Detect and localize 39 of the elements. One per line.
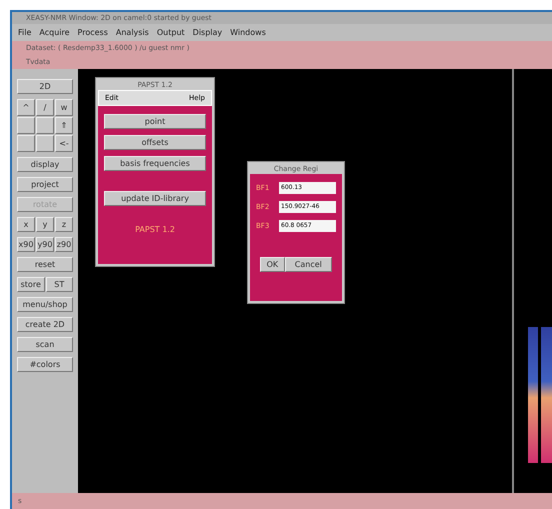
sidebar-button[interactable]: y90 bbox=[36, 237, 54, 252]
grid-button[interactable]: ^ bbox=[17, 99, 35, 116]
sidebar-button[interactable]: x90 bbox=[17, 237, 35, 252]
dialog-button[interactable]: OK bbox=[260, 257, 285, 272]
menu-item[interactable]: Output bbox=[156, 26, 185, 38]
dialog-button[interactable]: offsets bbox=[104, 135, 206, 150]
footer-text: PAPST 1.2 bbox=[134, 224, 176, 236]
menu-item[interactable]: Acquire bbox=[39, 26, 70, 38]
sidebar-button[interactable]: y bbox=[36, 217, 54, 232]
menu-item[interactable]: Windows bbox=[230, 26, 266, 38]
menu-item[interactable]: Process bbox=[78, 26, 108, 38]
sidebar-button[interactable]: z90 bbox=[55, 237, 73, 252]
grid-button[interactable] bbox=[17, 117, 35, 134]
grid-button[interactable] bbox=[36, 135, 54, 152]
sidebar-button[interactable]: store bbox=[17, 277, 44, 292]
menu-item[interactable]: Display bbox=[192, 26, 222, 38]
sidebar-button[interactable]: menu/shop bbox=[17, 297, 73, 312]
sidebar-button[interactable]: project bbox=[17, 177, 73, 192]
grid-button[interactable]: <- bbox=[55, 135, 73, 152]
grid-button[interactable]: w bbox=[55, 99, 73, 116]
sidebar-button[interactable]: x bbox=[17, 217, 35, 232]
sidebar-button[interactable]: create 2D bbox=[17, 317, 73, 332]
sidebar-button[interactable]: 2D bbox=[17, 79, 73, 94]
menu-item[interactable]: Analysis bbox=[116, 26, 149, 38]
dialog-button[interactable]: point bbox=[104, 114, 206, 129]
grid-button[interactable] bbox=[17, 135, 35, 152]
dialog-button[interactable]: basis frequencies bbox=[104, 156, 206, 171]
grid-button[interactable] bbox=[36, 117, 54, 134]
sidebar-button[interactable]: z bbox=[55, 217, 73, 232]
menu-item[interactable]: File bbox=[18, 26, 32, 38]
sidebar-button[interactable]: reset bbox=[17, 257, 73, 272]
sidebar-button[interactable]: ST bbox=[46, 277, 73, 292]
grid-button[interactable]: ⇑ bbox=[55, 117, 73, 134]
sidebar-button[interactable]: display bbox=[17, 157, 73, 172]
sidebar-button[interactable]: #colors bbox=[17, 357, 73, 372]
dialog-button[interactable]: Cancel bbox=[284, 257, 332, 272]
dialog-button[interactable]: update ID-library bbox=[104, 191, 206, 206]
sidebar-button[interactable]: scan bbox=[17, 337, 73, 352]
grid-button[interactable]: / bbox=[36, 99, 54, 116]
